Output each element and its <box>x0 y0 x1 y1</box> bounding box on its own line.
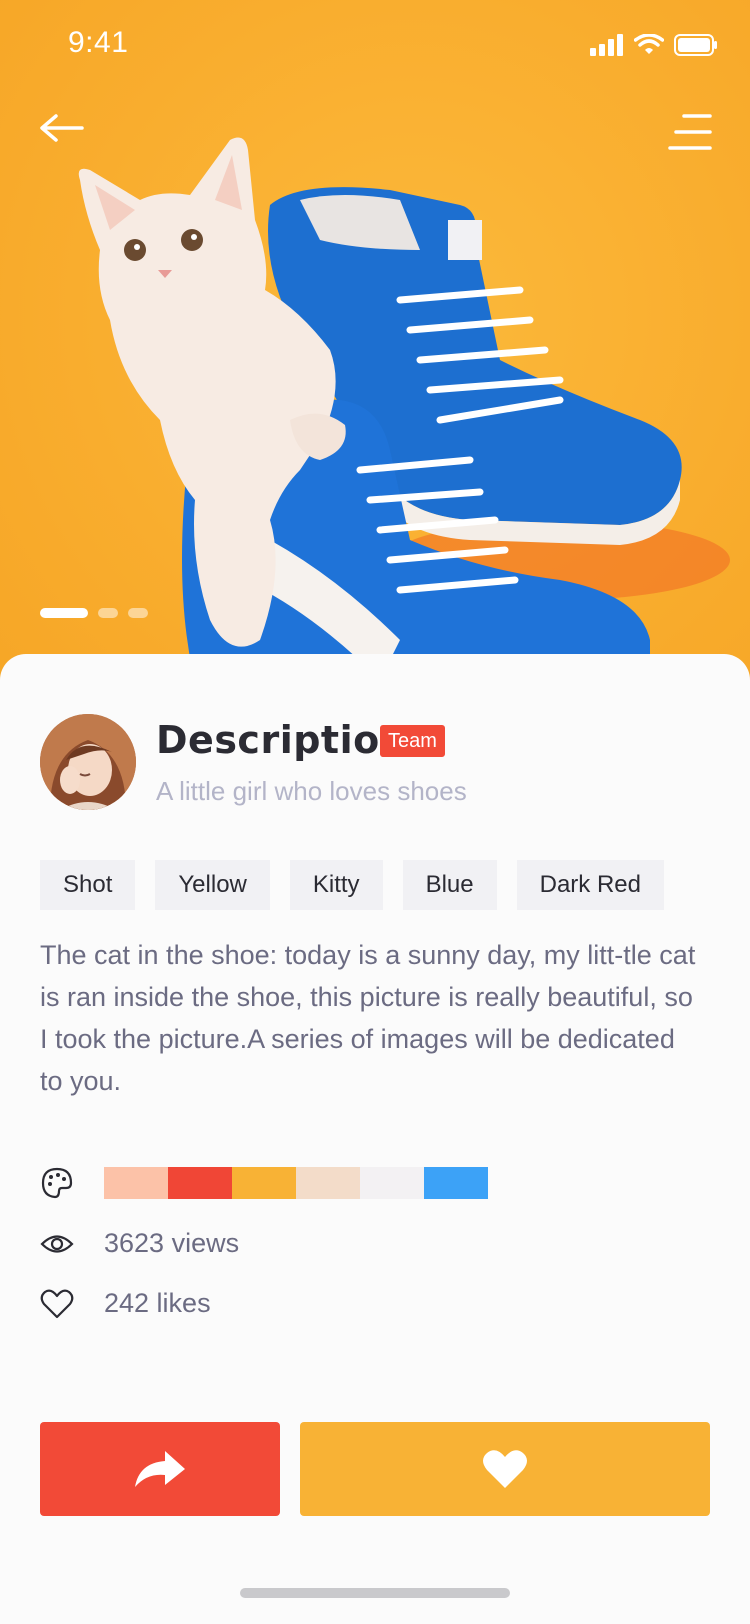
carousel-indicator <box>40 608 148 618</box>
tag-yellow[interactable]: Yellow <box>155 860 270 910</box>
color-swatch[interactable] <box>232 1167 296 1199</box>
tag-dark-red[interactable]: Dark Red <box>516 860 664 910</box>
carousel-dot[interactable] <box>128 608 148 618</box>
carousel-dot[interactable] <box>98 608 118 618</box>
back-arrow-icon[interactable] <box>38 108 88 148</box>
likes-row: 242 likes <box>40 1288 211 1319</box>
palette-icon <box>41 1167 73 1199</box>
tag-list: Shot Yellow Kitty Blue Dark Red <box>40 860 664 910</box>
signal-icon <box>590 34 623 56</box>
hero-image: 9:41 <box>0 0 750 700</box>
color-swatch[interactable] <box>168 1167 232 1199</box>
cat-in-shoes-illustration <box>78 137 730 700</box>
status-time: 9:41 <box>68 26 129 59</box>
tag-blue[interactable]: Blue <box>402 860 497 910</box>
detail-card: Description Team A little girl who loves… <box>0 654 750 1624</box>
description-text: The cat in the shoe: today is a sunny da… <box>40 940 696 1096</box>
share-arrow-icon <box>135 1451 185 1487</box>
status-icons <box>590 34 718 56</box>
page-title: Description <box>156 718 408 762</box>
eye-icon <box>40 1234 74 1253</box>
heart-filled-icon <box>483 1450 527 1488</box>
subtitle: A little girl who loves shoes <box>156 776 467 806</box>
wifi-icon <box>634 34 664 54</box>
carousel-dot-active[interactable] <box>40 608 88 618</box>
likes-count: 242 likes <box>104 1288 211 1318</box>
views-row: 3623 views <box>40 1228 239 1259</box>
home-indicator[interactable] <box>240 1588 510 1598</box>
color-swatch[interactable] <box>104 1167 168 1199</box>
battery-icon <box>674 34 717 56</box>
like-button[interactable] <box>300 1422 710 1516</box>
menu-icon[interactable] <box>668 112 712 152</box>
status-bar: 9:41 <box>0 0 750 88</box>
heart-outline-icon <box>40 1289 74 1318</box>
palette-swatches <box>104 1167 488 1199</box>
tag-shot[interactable]: Shot <box>40 860 136 910</box>
color-swatch[interactable] <box>424 1167 488 1199</box>
avatar-image <box>40 714 136 810</box>
share-button[interactable] <box>40 1422 280 1516</box>
team-badge: Team <box>380 725 445 757</box>
avatar[interactable] <box>40 714 136 810</box>
color-swatch[interactable] <box>296 1167 360 1199</box>
tag-kitty[interactable]: Kitty <box>289 860 383 910</box>
views-count: 3623 views <box>104 1228 240 1258</box>
color-palette-row <box>40 1166 488 1200</box>
color-swatch[interactable] <box>360 1167 424 1199</box>
